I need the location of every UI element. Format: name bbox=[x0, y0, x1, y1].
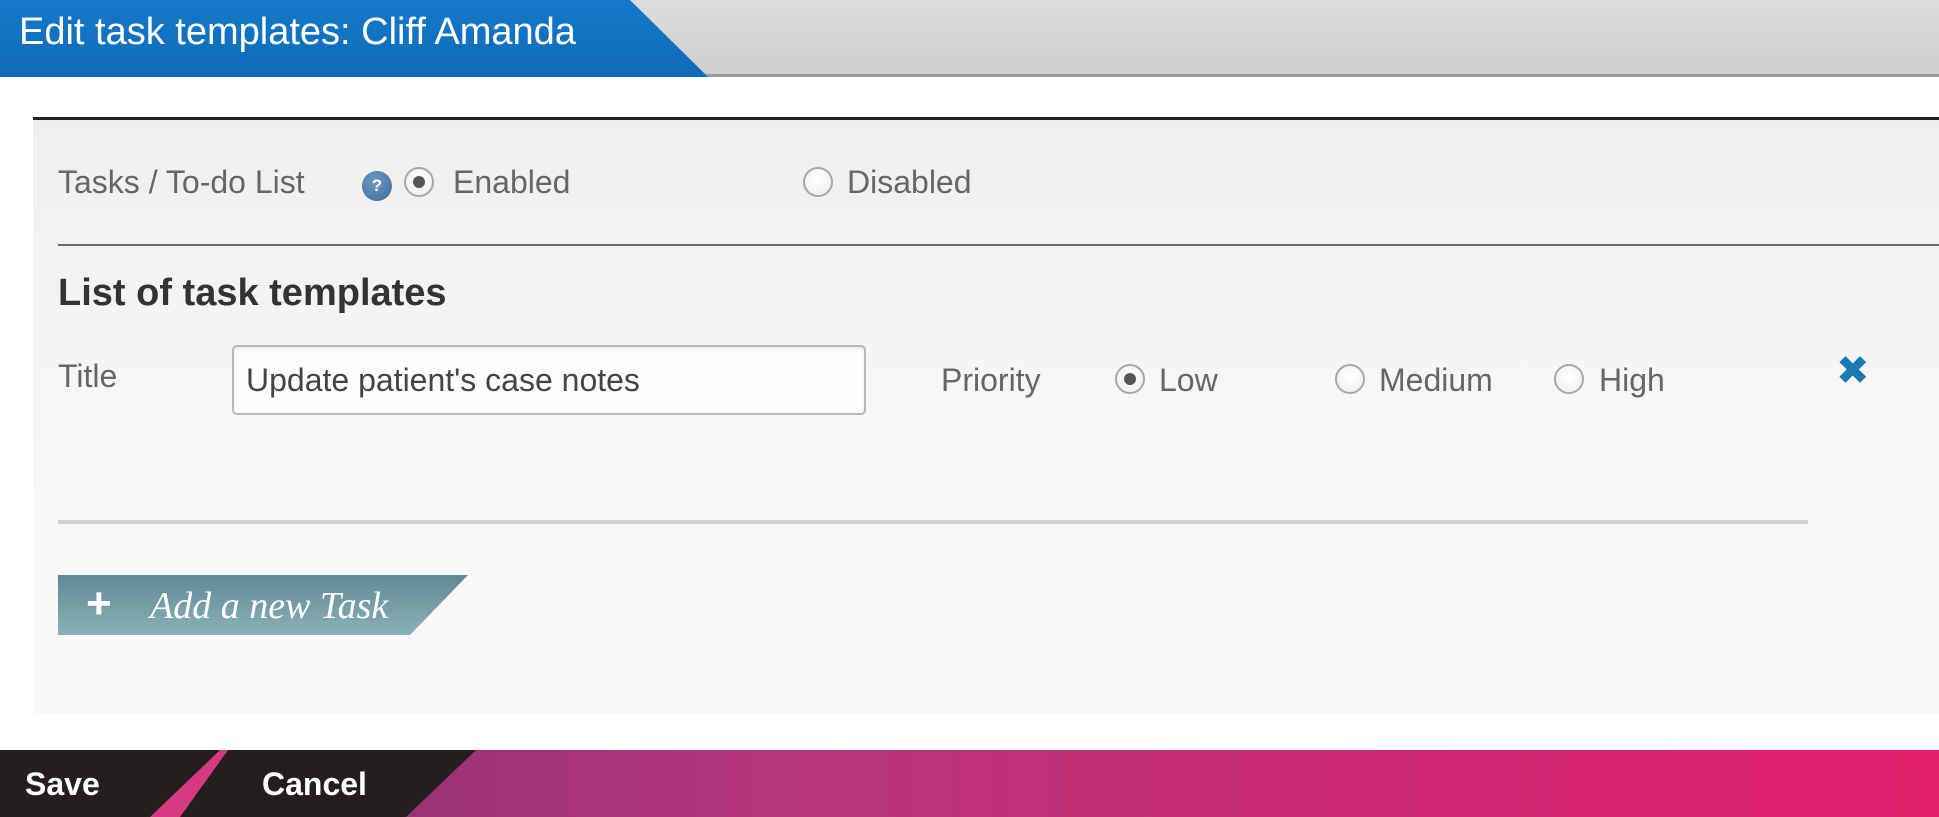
priority-medium-label[interactable]: Medium bbox=[1379, 362, 1493, 399]
title-label: Title bbox=[58, 358, 118, 394]
close-icon[interactable]: ✖ bbox=[1836, 351, 1870, 391]
footer-bar: Save Cancel bbox=[0, 750, 1939, 817]
help-icon[interactable]: ? bbox=[362, 171, 392, 201]
list-divider bbox=[58, 520, 1808, 524]
section-divider bbox=[58, 244, 1939, 246]
add-task-label: Add a new Task bbox=[150, 585, 389, 627]
priority-medium-radio[interactable] bbox=[1335, 364, 1365, 394]
plus-icon: + bbox=[86, 579, 112, 628]
cancel-button[interactable]: Cancel bbox=[180, 750, 476, 817]
tasks-todo-label: Tasks / To-do List bbox=[58, 164, 305, 200]
save-label: Save bbox=[25, 766, 100, 802]
enabled-radio[interactable] bbox=[404, 167, 434, 197]
priority-low-radio[interactable] bbox=[1115, 364, 1145, 394]
disabled-label[interactable]: Disabled bbox=[847, 164, 972, 201]
enabled-label[interactable]: Enabled bbox=[453, 164, 570, 201]
priority-high-radio[interactable] bbox=[1554, 364, 1584, 394]
disabled-radio[interactable] bbox=[803, 167, 833, 197]
title-input[interactable] bbox=[232, 345, 866, 415]
cancel-label: Cancel bbox=[262, 766, 367, 802]
page-title: Edit task templates: Cliff Amanda bbox=[19, 11, 576, 53]
add-task-button[interactable]: + Add a new Task bbox=[58, 575, 468, 635]
header-title-tab: Edit task templates: Cliff Amanda bbox=[0, 0, 708, 77]
priority-high-label[interactable]: High bbox=[1599, 362, 1665, 399]
top-bar: Edit task templates: Cliff Amanda bbox=[0, 0, 1939, 77]
priority-low-label[interactable]: Low bbox=[1159, 362, 1218, 399]
section-heading: List of task templates bbox=[58, 272, 447, 314]
priority-label: Priority bbox=[941, 362, 1041, 398]
